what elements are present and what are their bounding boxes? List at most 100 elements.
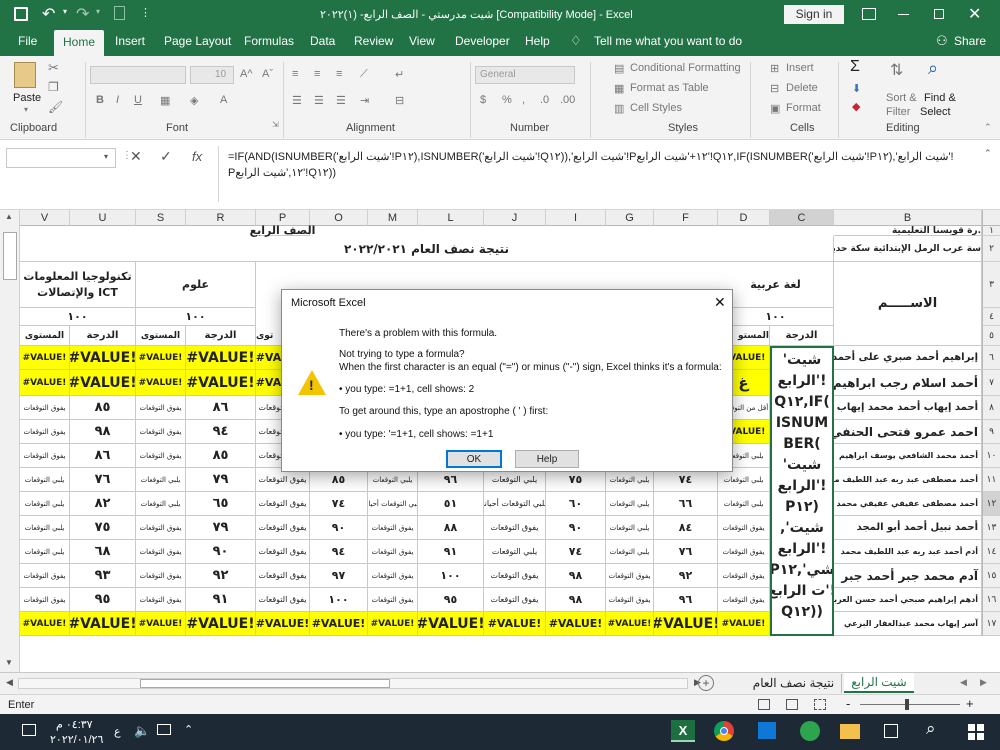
tab-developer[interactable]: Developer	[455, 34, 510, 48]
close-icon[interactable]: ✕	[968, 4, 981, 24]
select-all-corner[interactable]	[982, 210, 1000, 226]
font-name-box[interactable]	[90, 66, 186, 84]
insert-function-button[interactable]: fx	[192, 149, 202, 164]
notification-icon[interactable]	[22, 724, 36, 736]
column-header-l[interactable]: L	[418, 210, 484, 226]
tab-file[interactable]: File	[18, 34, 37, 48]
cell-styles-button[interactable]: Cell Styles	[630, 102, 682, 114]
row-header-12[interactable]: ١٢	[982, 492, 1000, 516]
column-header-v[interactable]: V	[20, 210, 70, 226]
sheet-tab-active[interactable]: شيت الرابع	[844, 673, 914, 693]
start-button[interactable]	[968, 724, 984, 740]
row-header-11[interactable]: ١١	[982, 468, 1000, 492]
row-header-13[interactable]: ١٣	[982, 516, 1000, 540]
row-header-3[interactable]: ٣	[982, 262, 1000, 308]
zoom-out-icon[interactable]: -	[846, 696, 850, 711]
format-table-icon[interactable]: ▦	[614, 82, 624, 95]
borders-icon[interactable]: ▦	[160, 94, 170, 107]
sort-filter-button-line2[interactable]: Filter	[886, 106, 910, 118]
currency-icon[interactable]: $	[480, 94, 486, 106]
tab-view[interactable]: View	[409, 34, 435, 48]
zoom-slider[interactable]	[860, 704, 960, 705]
help-button[interactable]: Help	[515, 450, 579, 468]
cancel-icon[interactable]: ✕	[130, 148, 142, 165]
collapse-ribbon-icon[interactable]: ⌃	[984, 122, 992, 133]
share-icon[interactable]: ⚇	[936, 33, 948, 49]
insert-cells-icon[interactable]: ⊞	[770, 62, 779, 75]
row-header-4[interactable]: ٤	[982, 308, 1000, 326]
scroll-up-icon[interactable]: ▲	[5, 212, 13, 221]
merge-icon[interactable]: ⊟	[395, 94, 404, 107]
comma-icon[interactable]: ,	[522, 94, 525, 106]
keyboard-language[interactable]: ع	[114, 725, 121, 738]
row-header-6[interactable]: ٦	[982, 346, 1000, 370]
next-sheet-icon[interactable]: ▶	[980, 677, 987, 688]
lightbulb-icon[interactable]: ♢	[570, 33, 582, 49]
column-header-f[interactable]: F	[654, 210, 718, 226]
sort-filter-icon[interactable]: ⇅	[890, 60, 903, 80]
sign-in-button[interactable]: Sign in	[784, 5, 844, 24]
page-break-view-icon[interactable]	[814, 699, 826, 710]
row-header-16[interactable]: ١٦	[982, 588, 1000, 612]
format-painter-icon[interactable]: 🖌	[48, 100, 63, 114]
bold-icon[interactable]: B	[96, 94, 104, 106]
font-dialog-launcher-icon[interactable]: ⇲	[272, 120, 279, 129]
wrap-text-icon[interactable]: ↵	[395, 68, 404, 81]
paste-button[interactable]: Paste	[13, 92, 41, 104]
font-color-icon[interactable]: A	[220, 94, 227, 106]
volume-icon[interactable]: 🔈	[134, 723, 150, 739]
tab-review[interactable]: Review	[354, 34, 393, 48]
zoom-in-icon[interactable]: +	[966, 696, 974, 711]
task-view-icon[interactable]	[884, 724, 898, 738]
cell-styles-icon[interactable]: ▥	[614, 102, 624, 115]
align-middle-icon[interactable]: ≡	[314, 68, 320, 80]
hscroll-left-icon[interactable]: ◀	[6, 677, 13, 688]
percent-icon[interactable]: %	[502, 94, 512, 106]
edge-icon[interactable]	[800, 721, 820, 741]
sheet-tab-results[interactable]: نتيجة نصف العام	[746, 674, 842, 693]
prev-sheet-icon[interactable]: ◀	[960, 677, 967, 688]
align-right-icon[interactable]: ☰	[336, 94, 346, 107]
increase-font-icon[interactable]: A^	[240, 68, 253, 80]
ribbon-display-icon[interactable]	[862, 8, 876, 20]
page-layout-view-icon[interactable]	[786, 699, 798, 710]
insert-cells-button[interactable]: Insert	[786, 62, 814, 74]
format-as-table-button[interactable]: Format as Table	[630, 82, 709, 94]
file-explorer-icon[interactable]	[840, 724, 860, 739]
decrease-decimal-icon[interactable]: .00	[560, 94, 575, 106]
fill-icon[interactable]: ⬇	[852, 82, 861, 95]
normal-view-icon[interactable]	[758, 699, 770, 710]
orientation-icon[interactable]: ⟋	[360, 68, 368, 81]
tab-home[interactable]: Home	[54, 30, 105, 56]
column-header-m[interactable]: M	[368, 210, 418, 226]
minimize-icon[interactable]	[898, 14, 909, 15]
tab-insert[interactable]: Insert	[115, 34, 145, 48]
column-header-j[interactable]: J	[484, 210, 546, 226]
row-header-8[interactable]: ٨	[982, 396, 1000, 420]
tab-help[interactable]: Help	[525, 34, 550, 48]
column-header-d[interactable]: D	[718, 210, 770, 226]
row-header-7[interactable]: ٧	[982, 370, 1000, 396]
restore-icon[interactable]	[934, 9, 944, 19]
name-box[interactable]	[6, 148, 116, 168]
column-header-o[interactable]: O	[310, 210, 368, 226]
column-header-s[interactable]: S	[136, 210, 186, 226]
scroll-down-icon[interactable]: ▼	[5, 658, 13, 667]
delete-cells-button[interactable]: Delete	[786, 82, 818, 94]
print-preview-icon[interactable]	[114, 6, 125, 20]
vertical-scrollbar-thumb[interactable]	[3, 232, 17, 280]
align-center-icon[interactable]: ☰	[314, 94, 324, 107]
row-header-9[interactable]: ٩	[982, 420, 1000, 444]
undo-dropdown-icon[interactable]: ▾	[63, 7, 67, 16]
cut-icon[interactable]: ✂	[48, 60, 59, 76]
taskbar-search-icon[interactable]: ⌕	[926, 719, 936, 739]
excel-taskbar-icon[interactable]: X	[671, 720, 695, 742]
column-header-i[interactable]: I	[546, 210, 606, 226]
indent-icon[interactable]: ⇥	[360, 94, 369, 107]
font-size-box[interactable]: 10	[190, 66, 234, 84]
find-select-icon[interactable]: ⌕	[928, 58, 938, 79]
autosum-icon[interactable]: Σ	[850, 58, 860, 76]
dialog-close-icon[interactable]: ✕	[714, 294, 726, 311]
enter-icon[interactable]: ✓	[160, 148, 172, 165]
decrease-font-icon[interactable]: Aˇ	[262, 68, 273, 80]
